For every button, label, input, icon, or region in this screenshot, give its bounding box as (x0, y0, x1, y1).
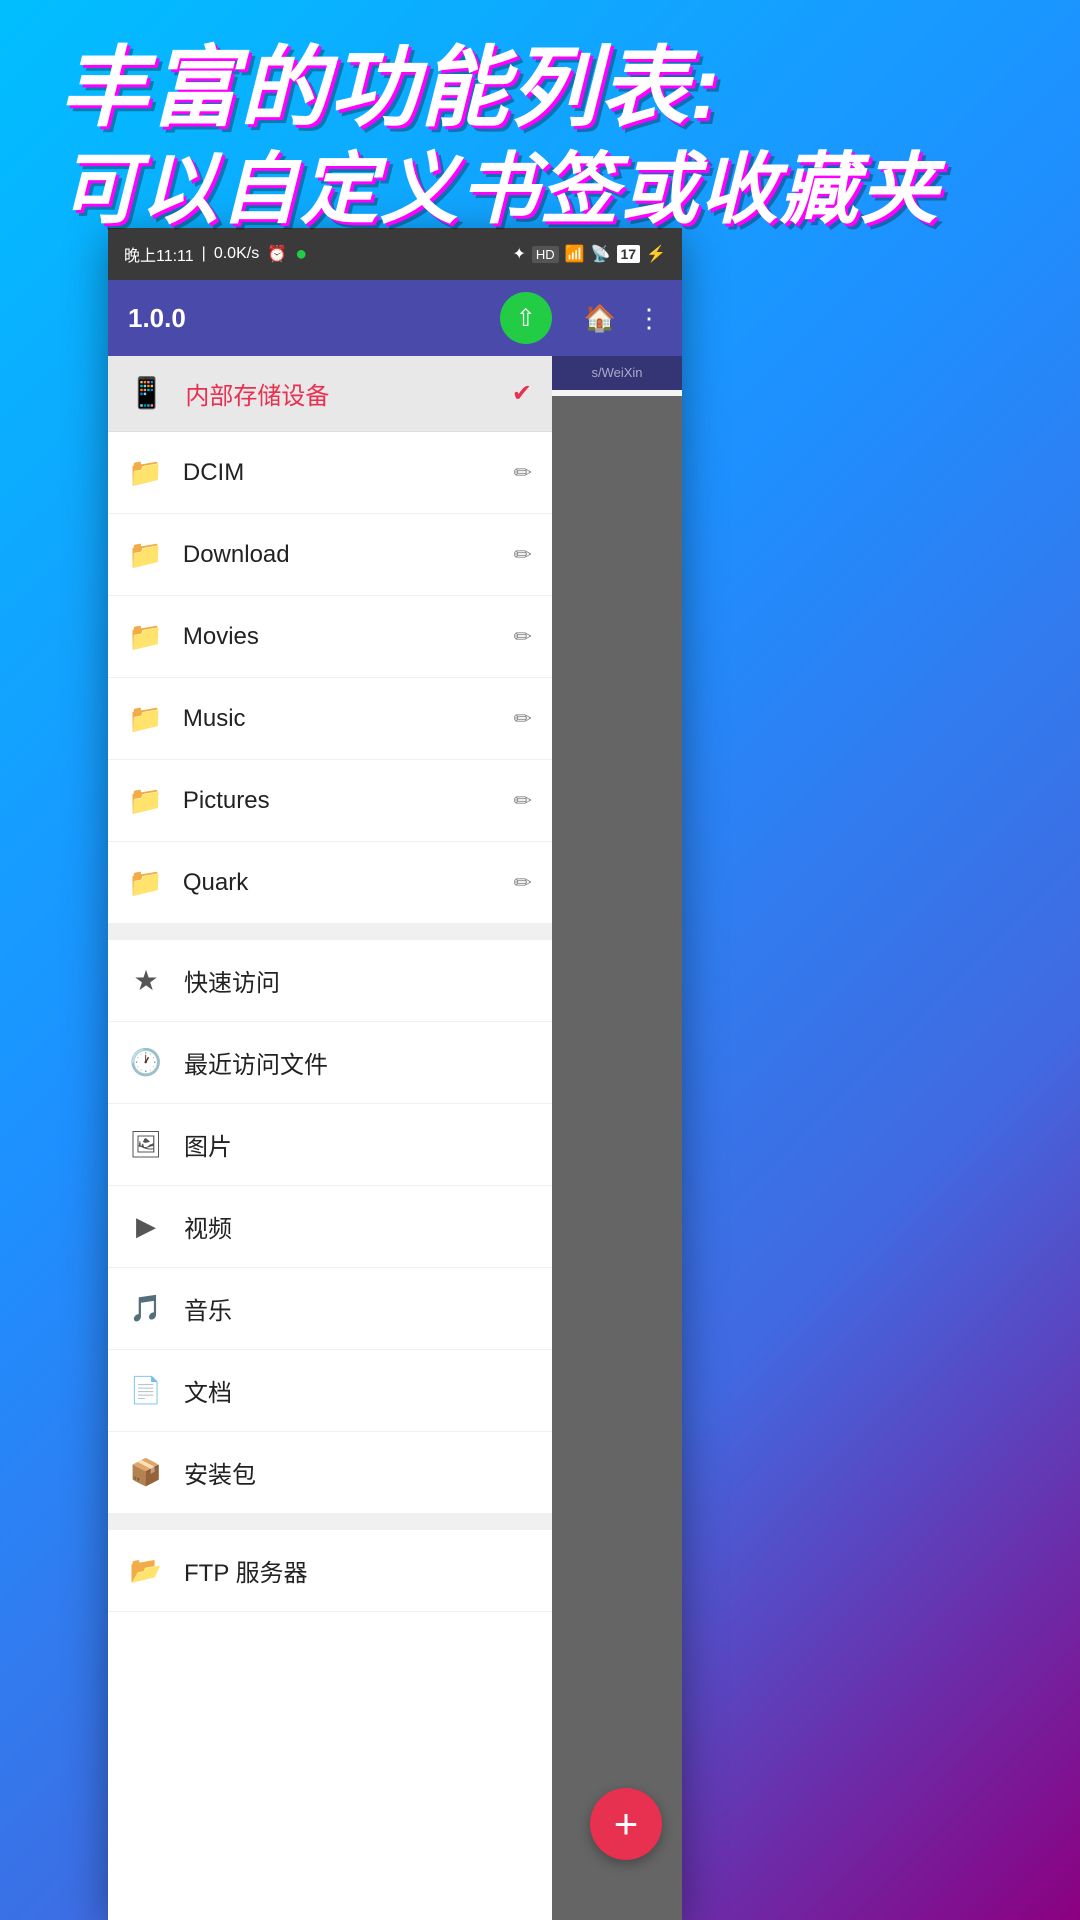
folder-item-download[interactable]: 📁 Download (108, 514, 552, 596)
share-button[interactable]: ⇧ (500, 292, 552, 344)
url-bar: s/WeiXin (552, 356, 682, 390)
ftp-icon: 📂 (128, 1555, 164, 1586)
url-path: s/WeiXin (591, 365, 642, 380)
storage-item[interactable]: 📱 内部存储设备 ✔ (108, 356, 552, 432)
edit-icon-download[interactable] (514, 542, 532, 568)
nav-item-docs[interactable]: 📄 文档 (108, 1350, 552, 1432)
nav-item-recent[interactable]: 🕐 最近访问文件 (108, 1022, 552, 1104)
folder-name-download: Download (183, 541, 514, 569)
nav-label-images: 图片 (184, 1127, 532, 1162)
folder-name-dcim: DCIM (183, 459, 514, 487)
folder-name-pictures: Pictures (183, 787, 514, 815)
nav-item-ftp[interactable]: 📂 FTP 服务器 (108, 1530, 552, 1612)
app-frame: 晚上11:11 | 0.0K/s ⏰ ● ✦ HD 📶 📡 17 ⚡ 1.0.0… (108, 228, 682, 1920)
edit-icon-movies[interactable] (514, 624, 532, 650)
doc-icon: 📄 (128, 1375, 164, 1406)
nav-label-quickaccess: 快速访问 (184, 963, 532, 998)
app-header: 1.0.0 ⇧ 🏠 ⋮ (108, 280, 682, 356)
folder-icon-quark: 📁 (128, 866, 163, 899)
share-icon: ⇧ (516, 304, 536, 333)
star-icon: ★ (128, 964, 164, 997)
promo-title: 丰富的功能列表: (60, 40, 1020, 137)
nav-item-quickaccess[interactable]: ★ 快速访问 (108, 940, 552, 1022)
fab-icon: + (614, 1800, 639, 1848)
fab-button[interactable]: + (590, 1788, 662, 1860)
promo-subtitle: 可以自定义书签或收藏夹 (60, 147, 1020, 233)
folder-item-music[interactable]: 📁 Music (108, 678, 552, 760)
folder-icon-movies: 📁 (128, 620, 163, 653)
folder-icon-pictures: 📁 (128, 784, 163, 817)
folder-icon-dcim: 📁 (128, 456, 163, 489)
edit-icon-dcim[interactable] (514, 460, 532, 486)
nav-item-video[interactable]: ▶ 视频 (108, 1186, 552, 1268)
home-icon[interactable]: 🏠 (584, 303, 616, 334)
folder-icon-download: 📁 (128, 538, 163, 571)
check-icon: ✔ (512, 379, 532, 408)
folder-icon-music: 📁 (128, 702, 163, 735)
image-icon: 🖼 (128, 1129, 164, 1160)
nav-icons: 🏠 ⋮ (584, 303, 662, 334)
history-icon: 🕐 (128, 1047, 164, 1078)
edit-icon-quark[interactable] (514, 870, 532, 896)
folder-item-pictures[interactable]: 📁 Pictures (108, 760, 552, 842)
edit-icon-pictures[interactable] (514, 788, 532, 814)
nav-label-recent: 最近访问文件 (184, 1045, 532, 1080)
folder-name-music: Music (183, 705, 514, 733)
folder-item-dcim[interactable]: 📁 DCIM (108, 432, 552, 514)
video-icon: ▶ (128, 1211, 164, 1242)
storage-name: 内部存储设备 (185, 376, 512, 411)
package-icon: 📦 (128, 1457, 164, 1488)
nav-label-apk: 安装包 (184, 1455, 532, 1490)
folder-item-movies[interactable]: 📁 Movies (108, 596, 552, 678)
folder-name-quark: Quark (183, 869, 514, 897)
nav-item-images[interactable]: 🖼 图片 (108, 1104, 552, 1186)
nav-item-apk[interactable]: 📦 安装包 (108, 1432, 552, 1514)
phone-icon: 📱 (128, 376, 165, 411)
folder-list: 📁 DCIM 📁 Download 📁 Movies 📁 Music (108, 432, 552, 924)
overlay-panel (552, 396, 682, 1920)
promo-area: 丰富的功能列表: 可以自定义书签或收藏夹 (0, 0, 1080, 263)
section-divider-2 (108, 1514, 552, 1530)
edit-icon-music[interactable] (514, 706, 532, 732)
app-version: 1.0.0 (128, 303, 484, 334)
folder-item-quark[interactable]: 📁 Quark (108, 842, 552, 924)
nav-label-docs: 文档 (184, 1373, 532, 1408)
nav-item-audio[interactable]: 🎵 音乐 (108, 1268, 552, 1350)
nav-label-video: 视频 (184, 1209, 532, 1244)
music-icon: 🎵 (128, 1293, 164, 1324)
folder-name-movies: Movies (183, 623, 514, 651)
drawer: 📱 内部存储设备 ✔ 📁 DCIM 📁 Download 📁 Movies (108, 356, 552, 1920)
more-menu-icon[interactable]: ⋮ (636, 303, 662, 334)
nav-label-ftp: FTP 服务器 (184, 1553, 532, 1588)
nav-label-audio: 音乐 (184, 1291, 532, 1326)
section-divider (108, 924, 552, 940)
